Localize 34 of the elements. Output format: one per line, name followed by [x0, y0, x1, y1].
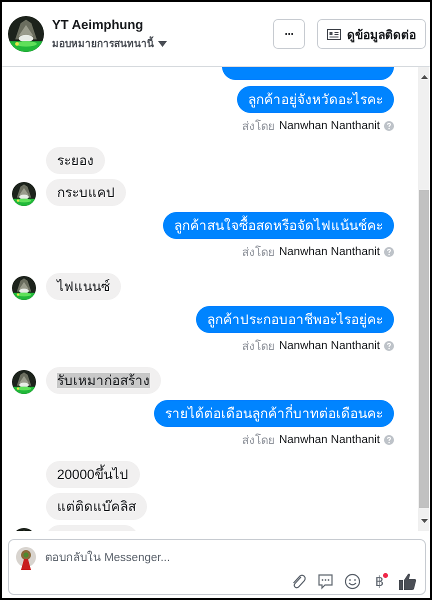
scroll-up-icon[interactable]: [420, 75, 428, 79]
contact-card-icon: [327, 28, 341, 40]
more-button[interactable]: ···: [273, 19, 305, 49]
message-bubble: ไฟแนนซ์: [46, 273, 121, 300]
message-bubble: 20000ขึ้นไป: [46, 461, 140, 488]
scrollbar[interactable]: [418, 67, 430, 531]
sender-name: Nanwhan Nanthanit: [278, 120, 380, 132]
sent-by-label: ส่งโดย: [242, 244, 275, 261]
view-contact-button[interactable]: ดูข้อมูลติดต่อ: [317, 19, 426, 49]
emoji-icon[interactable]: [344, 573, 361, 590]
sender-name: Nanwhan Nanthanit: [278, 246, 380, 258]
sent-by-label: ส่งโดย: [242, 432, 275, 449]
message-bubble: ลูกค้าประกอบอาชีพอะไรอยู่คะ: [196, 306, 394, 333]
message-bubble: รายได้ต่อเดือนลูกค้ากี่บาทต่อเดือนคะ: [154, 400, 394, 427]
message-bubble: ลูกค้าอยู่จังหวัดอะไรคะ: [237, 86, 394, 113]
message-bubble: รับเหมาก่อสร้าง: [46, 367, 161, 394]
payment-button[interactable]: ฿: [371, 573, 388, 590]
sender-name: Nanwhan Nanthanit: [278, 434, 380, 446]
chat-icon[interactable]: [317, 573, 334, 590]
paperclip-icon[interactable]: [290, 573, 307, 590]
assign-conversation-link[interactable]: มอบหมายการสนทนานี้: [52, 36, 154, 51]
thumbs-up-icon[interactable]: [398, 572, 417, 591]
message-bubble: ลูกค้าสนใจซื้อสดหรือจัดไฟแน้นช์คะ: [163, 212, 394, 239]
message-bubble: กระบแคป: [46, 179, 126, 206]
reply-box[interactable]: ตอบกลับใน Messenger... ฿: [8, 539, 426, 595]
sent-by-label: ส่งโดย: [242, 118, 275, 135]
message-bubble: แต่ติดแบ๊คลิส: [46, 493, 147, 520]
reply-input[interactable]: ตอบกลับใน Messenger...: [45, 548, 375, 568]
page-title: YT Aeimphung: [52, 17, 144, 32]
scroll-down-icon[interactable]: [420, 519, 428, 523]
caret-icon[interactable]: [158, 40, 167, 46]
sent-by-label: ส่งโดย: [242, 338, 275, 355]
message-bubble: ระยอง: [46, 147, 105, 174]
sender-name: Nanwhan Nanthanit: [278, 340, 380, 352]
